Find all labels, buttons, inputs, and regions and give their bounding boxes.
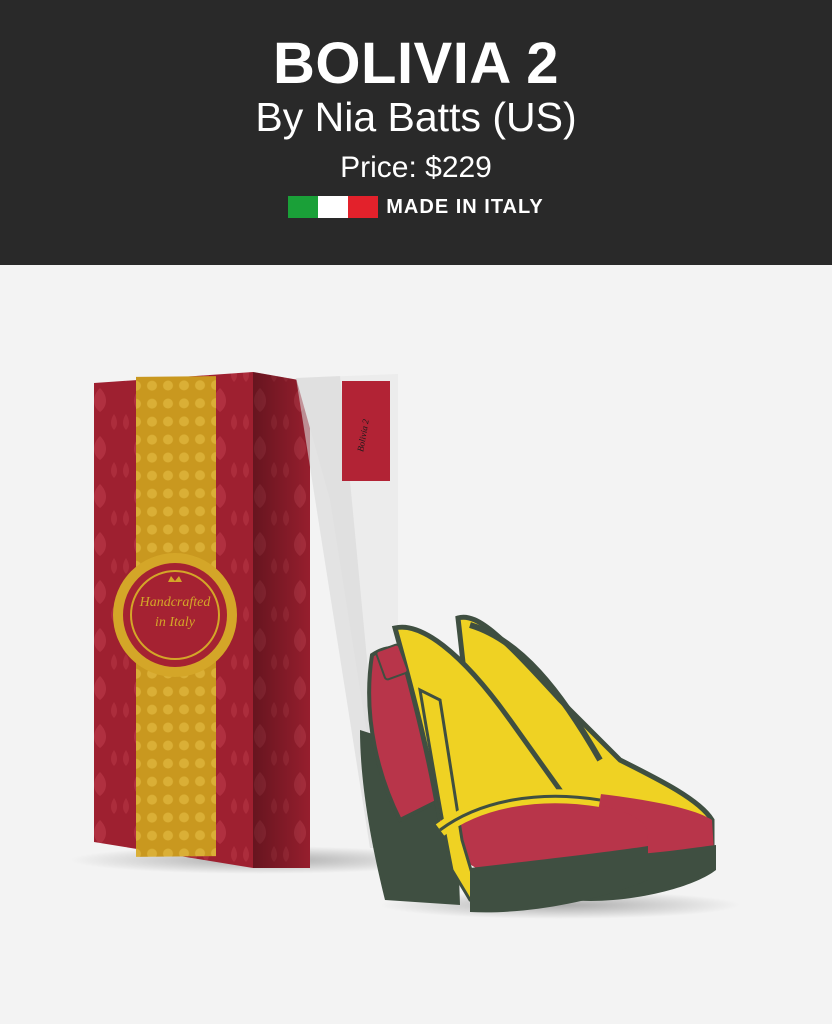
made-in-row: MADE IN ITALY — [0, 194, 832, 220]
made-in-label: MADE IN ITALY — [386, 195, 544, 218]
seal-text: Handcrafted — [139, 595, 212, 610]
italy-flag-icon — [288, 196, 379, 218]
designer-name: By Nia Batts (US) — [255, 94, 577, 140]
shoe-box: Handcrafted in Italy Bolivia 2 — [94, 372, 398, 868]
product-image: Handcrafted in Italy Bolivia 2 — [70, 372, 740, 919]
seal-text: in Italy — [155, 615, 196, 630]
product-title: BOLIVIA 2 — [273, 31, 559, 96]
handcrafted-seal: Handcrafted in Italy — [113, 553, 237, 677]
product-header: BOLIVIA 2 By Nia Batts (US) Price: $229 … — [0, 0, 832, 265]
product-price: Price: $229 — [340, 151, 492, 184]
